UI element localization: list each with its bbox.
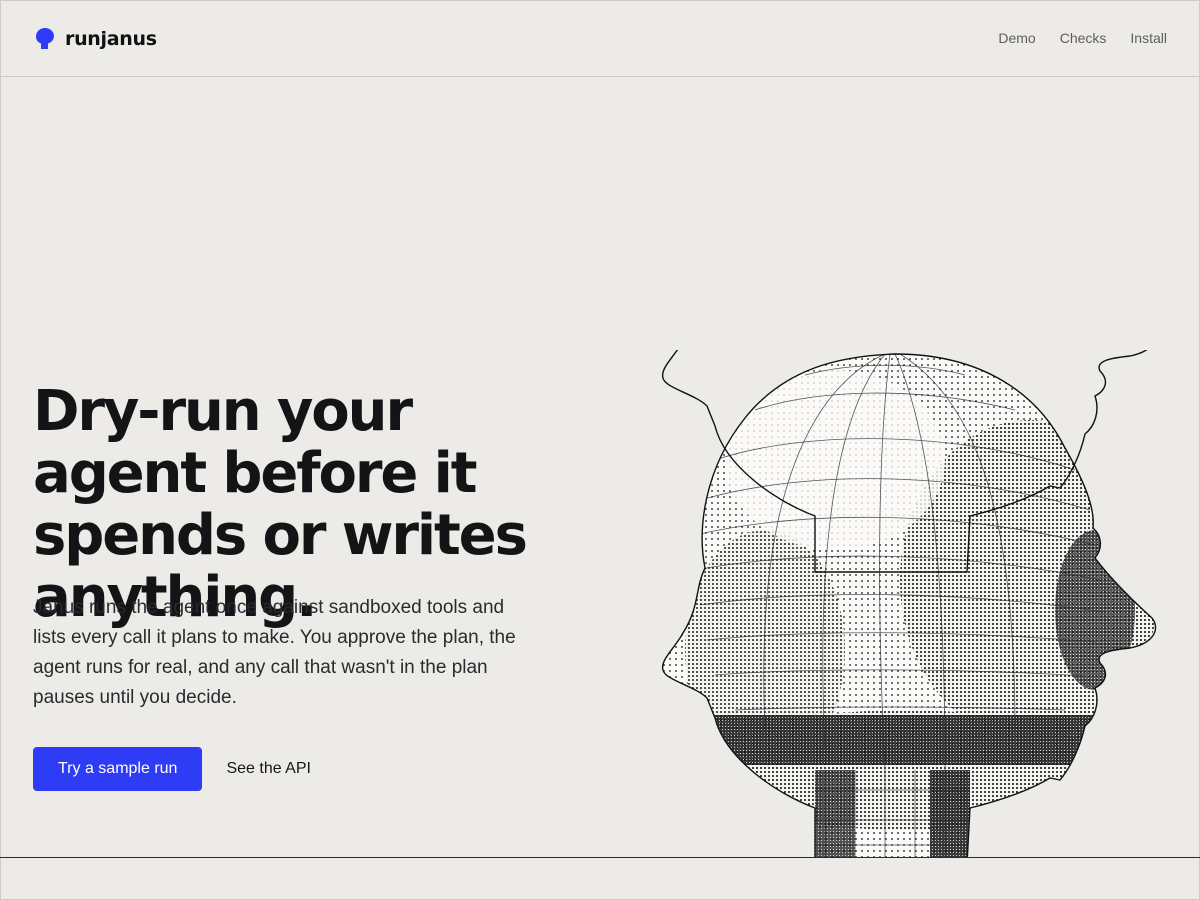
nav-checks[interactable]: Checks [1060, 30, 1107, 46]
brand-name: runjanus [65, 27, 157, 50]
nav-demo[interactable]: Demo [998, 30, 1035, 46]
main-nav: Demo Checks Install [998, 30, 1167, 46]
hero-title: Dry-run your agent before it spends or w… [33, 379, 528, 630]
section-divider [0, 857, 1200, 858]
nav-install[interactable]: Install [1130, 30, 1167, 46]
head-icon [36, 28, 54, 49]
see-api-link[interactable]: See the API [226, 760, 311, 778]
janus-head-illustration [661, 350, 1157, 858]
brand-logo[interactable]: runjanus [35, 27, 157, 50]
try-sample-run-button[interactable]: Try a sample run [33, 747, 203, 791]
hero-description: Janus runs the agent once against sandbo… [33, 597, 516, 708]
site-header: runjanus Demo Checks Install [0, 0, 1200, 77]
cta-row: Try a sample run See the API [33, 747, 311, 791]
